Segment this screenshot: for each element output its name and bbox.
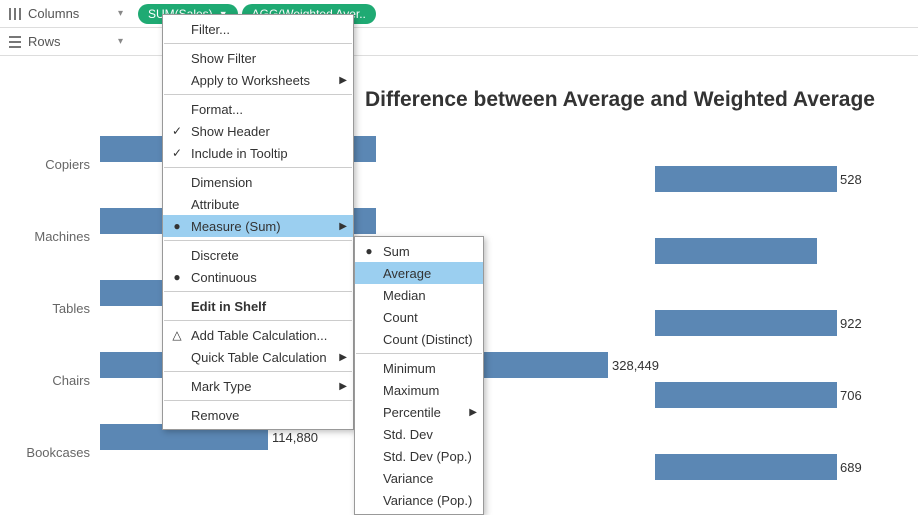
chart-row: Copiers 528 xyxy=(0,130,918,198)
submenu-stddev-pop[interactable]: Std. Dev (Pop.) xyxy=(355,445,483,467)
row-category-label: Machines xyxy=(0,202,100,270)
menu-mark-type[interactable]: Mark Type▶ xyxy=(163,375,353,397)
columns-label-text: Columns xyxy=(28,6,79,21)
bar-weighted-avg[interactable] xyxy=(655,238,817,264)
bar-value-label: 114,880 xyxy=(272,430,318,445)
submenu-arrow-icon: ▶ xyxy=(339,221,347,232)
menu-continuous[interactable]: ●Continuous xyxy=(163,266,353,288)
submenu-maximum[interactable]: Maximum xyxy=(355,379,483,401)
rows-icon xyxy=(8,35,22,49)
bullet-icon: ● xyxy=(169,219,185,233)
menu-add-table-calc[interactable]: △Add Table Calculation... xyxy=(163,324,353,346)
bar-value-label: 689 xyxy=(840,460,862,475)
bar-value-label: 706 xyxy=(840,388,862,403)
menu-attribute[interactable]: Attribute xyxy=(163,193,353,215)
bar-weighted-avg[interactable] xyxy=(655,166,837,192)
menu-edit-shelf[interactable]: Edit in Shelf xyxy=(163,295,353,317)
columns-shelf-label: Columns ▾ xyxy=(8,6,138,21)
menu-measure[interactable]: ●Measure (Sum)▶ xyxy=(163,215,353,237)
menu-quick-table-calc[interactable]: Quick Table Calculation▶ xyxy=(163,346,353,368)
menu-discrete[interactable]: Discrete xyxy=(163,244,353,266)
chart-title: Difference between Average and Weighted … xyxy=(365,88,875,112)
bar-weighted-avg[interactable] xyxy=(655,382,837,408)
rows-shelf-label: Rows ▾ xyxy=(8,34,138,49)
menu-remove[interactable]: Remove xyxy=(163,404,353,426)
row-category-label: Copiers xyxy=(0,130,100,198)
menu-show-filter[interactable]: Show Filter xyxy=(163,47,353,69)
submenu-count[interactable]: Count xyxy=(355,306,483,328)
bar-weighted-avg[interactable] xyxy=(655,310,837,336)
rows-label-text: Rows xyxy=(28,34,61,49)
submenu-count-distinct[interactable]: Count (Distinct) xyxy=(355,328,483,350)
submenu-arrow-icon: ▶ xyxy=(339,381,347,392)
delta-icon: △ xyxy=(169,328,185,342)
submenu-average[interactable]: Average xyxy=(355,262,483,284)
menu-dimension[interactable]: Dimension xyxy=(163,171,353,193)
row-category-label: Tables xyxy=(0,274,100,342)
submenu-minimum[interactable]: Minimum xyxy=(355,357,483,379)
bar-value-label: 528 xyxy=(840,172,862,187)
rows-shelf: Rows ▾ xyxy=(0,28,918,56)
submenu-percentile[interactable]: Percentile▶ xyxy=(355,401,483,423)
bar-value-label: 328,449 xyxy=(612,358,659,373)
submenu-arrow-icon: ▶ xyxy=(339,75,347,86)
columns-shelf: Columns ▾ SUM(Sales) ▼ AGG(Weighted Aver… xyxy=(0,0,918,28)
menu-apply-worksheets[interactable]: Apply to Worksheets▶ xyxy=(163,69,353,91)
row-category-label: Bookcases xyxy=(0,418,100,486)
check-icon: ✓ xyxy=(169,124,185,138)
submenu-arrow-icon: ▶ xyxy=(469,407,477,418)
menu-include-tooltip[interactable]: ✓Include in Tooltip xyxy=(163,142,353,164)
check-icon: ✓ xyxy=(169,146,185,160)
menu-filter[interactable]: Filter... xyxy=(163,18,353,40)
submenu-stddev[interactable]: Std. Dev xyxy=(355,423,483,445)
submenu-sum[interactable]: ●Sum xyxy=(355,240,483,262)
bullet-icon: ● xyxy=(169,270,185,284)
menu-format[interactable]: Format... xyxy=(163,98,353,120)
submenu-median[interactable]: Median xyxy=(355,284,483,306)
submenu-arrow-icon: ▶ xyxy=(339,352,347,363)
columns-dropdown-icon[interactable]: ▾ xyxy=(118,8,130,19)
bar-weighted-avg[interactable] xyxy=(655,454,837,480)
columns-icon xyxy=(8,7,22,21)
bar-value-label: 922 xyxy=(840,316,862,331)
submenu-variance[interactable]: Variance xyxy=(355,467,483,489)
measure-submenu: ●Sum Average Median Count Count (Distinc… xyxy=(354,236,484,515)
submenu-variance-pop[interactable]: Variance (Pop.) xyxy=(355,489,483,511)
rows-dropdown-icon[interactable]: ▾ xyxy=(118,36,130,47)
row-category-label: Chairs xyxy=(0,346,100,414)
pill-context-menu: Filter... Show Filter Apply to Worksheet… xyxy=(162,14,354,430)
bullet-icon: ● xyxy=(361,244,377,258)
menu-show-header[interactable]: ✓Show Header xyxy=(163,120,353,142)
